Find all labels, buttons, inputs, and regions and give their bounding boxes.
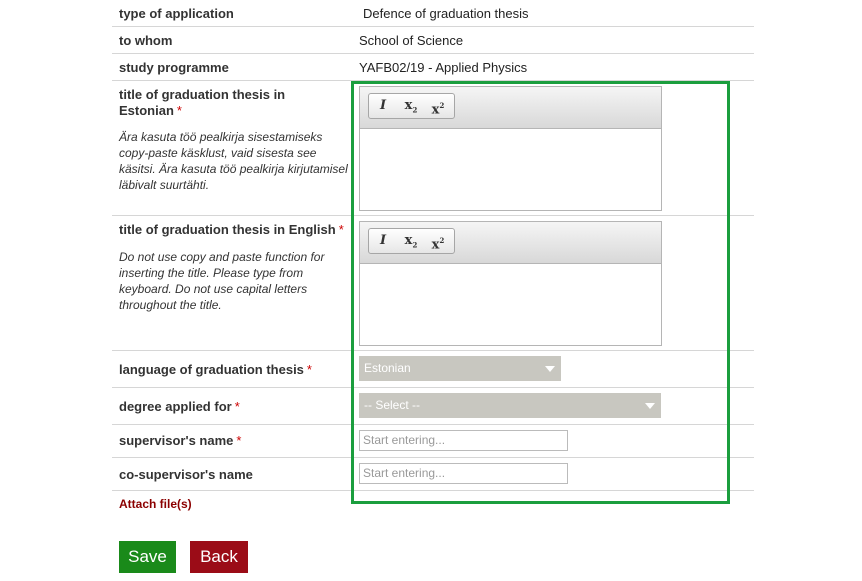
- italic-button[interactable]: I: [371, 231, 395, 251]
- title-english-editor[interactable]: I x2 x2: [359, 221, 662, 346]
- title-english-hint: Do not use copy and paste function for i…: [119, 250, 325, 312]
- title-estonian-editor[interactable]: I x2 x2: [359, 86, 662, 211]
- title-english-label: title of graduation thesis in English *: [119, 222, 344, 237]
- degree-select[interactable]: -- Select --: [359, 393, 661, 418]
- chevron-down-icon: [645, 403, 655, 409]
- required-marker: *: [338, 222, 344, 237]
- to-whom-value: School of Science: [359, 33, 464, 48]
- supervisor-input[interactable]: Start entering...: [359, 430, 568, 451]
- subscript-button[interactable]: x2: [399, 231, 423, 251]
- co-supervisor-input[interactable]: Start entering...: [359, 463, 568, 484]
- supervisor-label: supervisor's name *: [119, 433, 242, 448]
- degree-label: degree applied for *: [119, 399, 240, 414]
- study-programme-value: YAFB02/19 - Applied Physics: [359, 60, 528, 75]
- superscript-button[interactable]: x2: [426, 231, 450, 252]
- superscript-button[interactable]: x2: [426, 96, 450, 117]
- row-to-whom: to whom School of Science: [112, 27, 754, 54]
- subscript-button[interactable]: x2: [399, 96, 423, 116]
- title-estonian-label: title of graduation thesis in Estonian *: [119, 87, 286, 118]
- required-marker: *: [236, 433, 242, 448]
- type-of-application-value: Defence of graduation thesis: [363, 6, 529, 21]
- back-button[interactable]: Back: [190, 541, 248, 573]
- to-whom-label: to whom: [119, 33, 173, 48]
- row-study-programme: study programme YAFB02/19 - Applied Phys…: [112, 54, 754, 81]
- title-estonian-hint: Ära kasuta töö pealkirja sisestamiseks c…: [119, 130, 348, 192]
- type-of-application-label: type of application: [119, 6, 234, 21]
- format-button-group: I x2 x2: [368, 228, 455, 254]
- language-label: language of graduation thesis *: [119, 362, 312, 377]
- required-marker: *: [176, 103, 182, 118]
- required-marker: *: [234, 399, 240, 414]
- editor-toolbar: I x2 x2: [360, 87, 661, 129]
- row-type-of-application: type of application Defence of graduatio…: [112, 0, 754, 27]
- language-select[interactable]: Estonian: [359, 356, 561, 381]
- italic-button[interactable]: I: [371, 96, 395, 116]
- required-marker: *: [306, 362, 312, 377]
- format-button-group: I x2 x2: [368, 93, 455, 119]
- editor-toolbar: I x2 x2: [360, 222, 661, 264]
- study-programme-label: study programme: [119, 60, 229, 75]
- attach-files-link[interactable]: Attach file(s): [119, 497, 192, 511]
- chevron-down-icon: [545, 366, 555, 372]
- co-supervisor-label: co-supervisor's name: [119, 467, 253, 482]
- save-button[interactable]: Save: [119, 541, 176, 573]
